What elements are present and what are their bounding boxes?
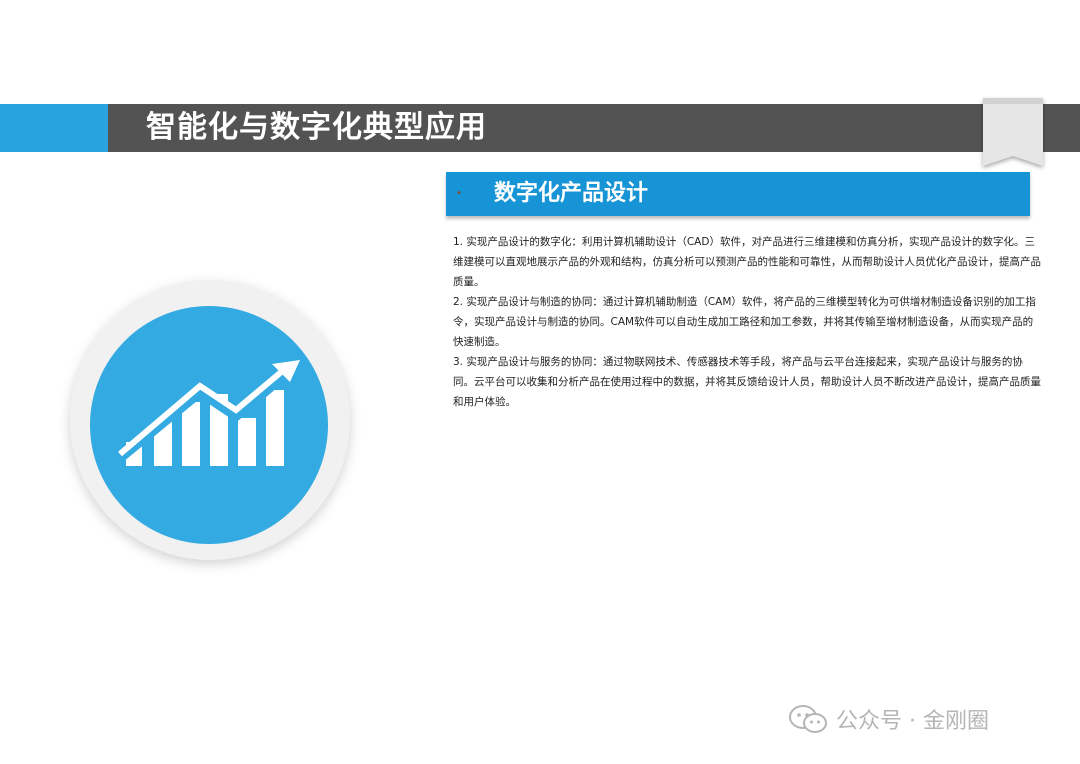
wechat-icon [789, 705, 827, 733]
title-bar: 智能化与数字化典型应用 [0, 104, 1080, 152]
bookmark-icon [983, 98, 1043, 166]
growth-chart-icon [116, 360, 300, 466]
section-header: • 数字化产品设计 [446, 172, 1030, 216]
body-text: 1. 实现产品设计的数字化：利用计算机辅助设计（CAD）软件，对产品进行三维建模… [453, 232, 1043, 412]
paragraph-1: 1. 实现产品设计的数字化：利用计算机辅助设计（CAD）软件，对产品进行三维建模… [453, 236, 1041, 288]
section-title: 数字化产品设计 [494, 181, 649, 206]
watermark: 公众号 · 金刚圈 [788, 702, 989, 736]
paragraph-2: 2. 实现产品设计与制造的协同：通过计算机辅助制造（CAM）软件，将产品的三维模… [453, 296, 1036, 348]
section-bullet: • [456, 188, 462, 199]
title-accent [0, 104, 108, 152]
page-title: 智能化与数字化典型应用 [146, 110, 487, 145]
watermark-text: 公众号 · 金刚圈 [836, 709, 989, 734]
paragraph-3: 3. 实现产品设计与服务的协同：通过物联网技术、传感器技术等手段，将产品与云平台… [453, 356, 1041, 408]
